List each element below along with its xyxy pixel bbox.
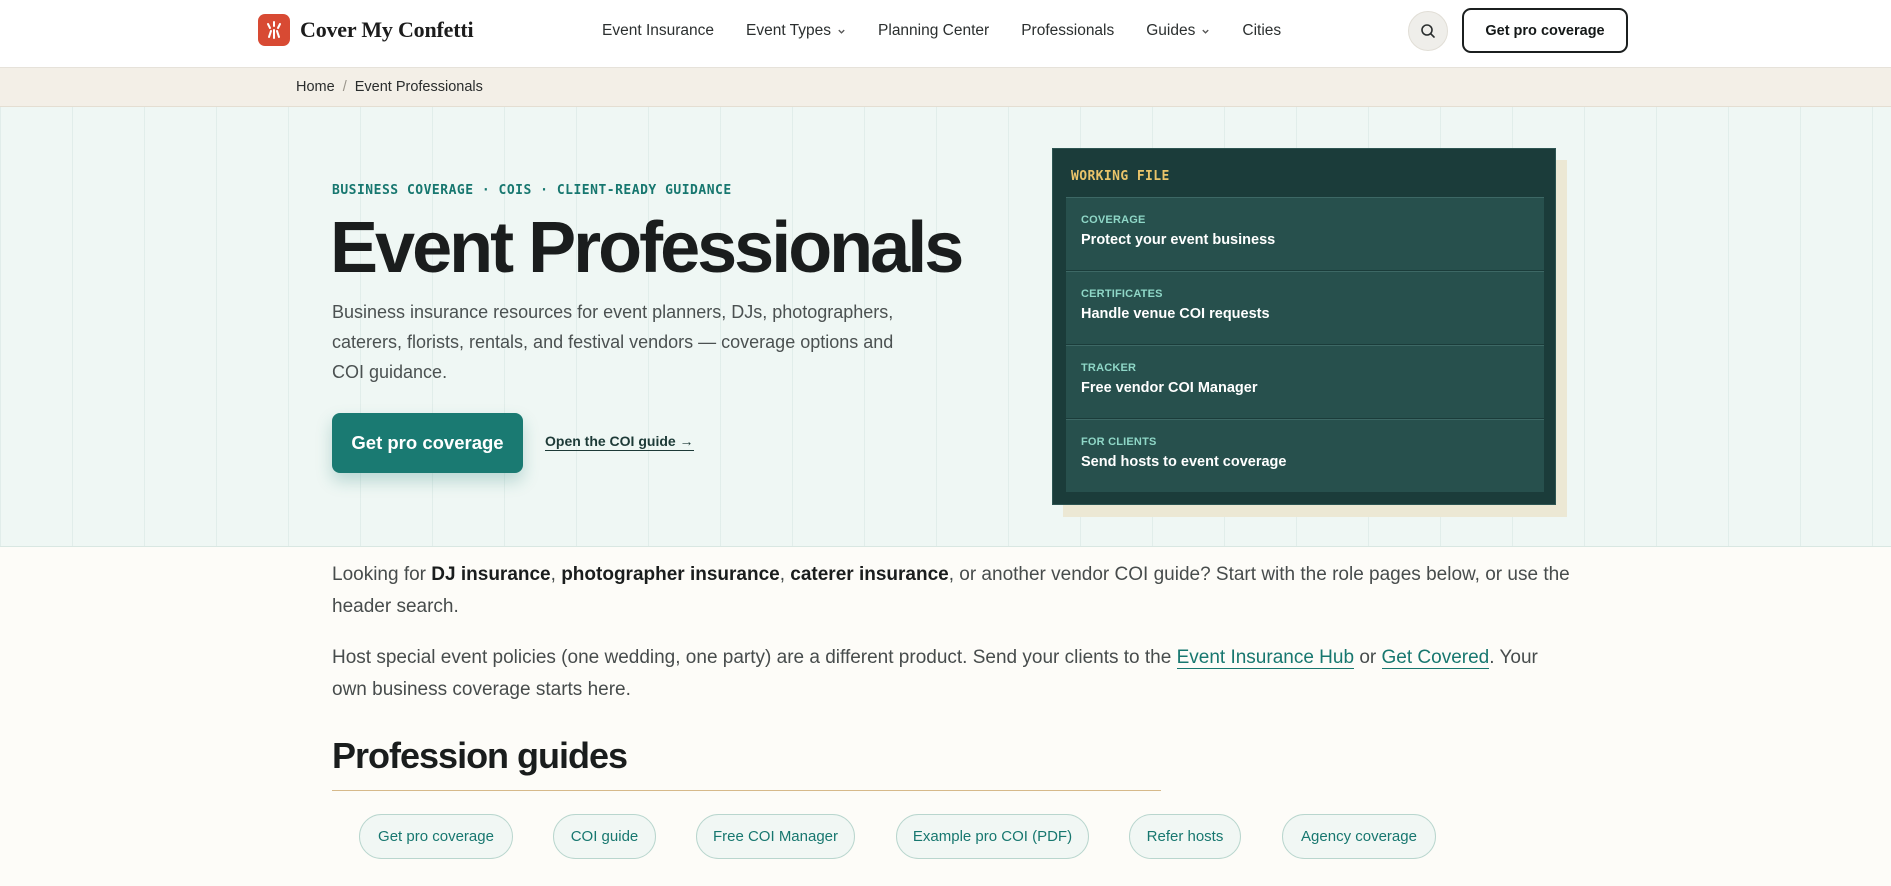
hero-eyebrow: BUSINESS COVERAGE · COIS · CLIENT-READY … (332, 183, 732, 198)
page-title: Event Professionals (330, 208, 964, 288)
nav-label: Guides (1146, 22, 1196, 39)
intro-text: , (779, 564, 791, 585)
get-covered-link[interactable]: Get Covered (1381, 647, 1490, 669)
site-logo[interactable]: Cover My Confetti (258, 14, 474, 46)
section-title-profession-guides: Profession guides (332, 735, 628, 776)
pill-coi-guide[interactable]: COI guide (553, 814, 656, 859)
confetti-logo-icon (258, 14, 290, 46)
section-divider (332, 790, 1161, 791)
caterer-insurance-text: caterer insurance (790, 564, 949, 585)
panel-row-tracker[interactable]: TRACKER Free vendor COI Manager (1066, 345, 1544, 418)
breadcrumb: Home / Event Professionals (296, 79, 483, 95)
nav-event-insurance[interactable]: Event Insurance (602, 22, 714, 40)
panel-heading: WORKING FILE (1071, 169, 1170, 184)
main-nav: Event Insurance Event Types Planning Cen… (602, 0, 1313, 62)
nav-planning-center[interactable]: Planning Center (878, 22, 989, 40)
intro-paragraph-hosts: Host special event policies (one wedding… (332, 642, 1572, 706)
search-button[interactable] (1408, 11, 1448, 51)
nav-label: Planning Center (878, 22, 990, 39)
panel-row-coverage[interactable]: COVERAGE Protect your event business (1066, 197, 1544, 270)
hero-section: BUSINESS COVERAGE · COIS · CLIENT-READY … (0, 107, 1891, 547)
photographer-insurance-text: photographer insurance (561, 564, 780, 585)
pill-refer-hosts[interactable]: Refer hosts (1129, 814, 1241, 859)
nav-cities[interactable]: Cities (1242, 22, 1281, 40)
nav-label: Cities (1242, 22, 1282, 39)
panel-row-title: Free vendor COI Manager (1081, 380, 1258, 396)
panel-row-certificates[interactable]: CERTIFICATES Handle venue COI requests (1066, 271, 1544, 344)
coi-guide-link[interactable]: Open the COI guide → (545, 433, 694, 451)
panel-row-title: Protect your event business (1081, 232, 1276, 248)
nav-label: Professionals (1021, 22, 1115, 39)
hero-description: Business insurance resources for event p… (332, 302, 894, 382)
panel-row-label: COVERAGE (1081, 214, 1146, 226)
pill-free-coi-manager[interactable]: Free COI Manager (696, 814, 855, 859)
search-icon (1421, 24, 1435, 38)
chevron-down-icon (1202, 29, 1210, 34)
panel-row-label: FOR CLIENTS (1081, 436, 1157, 448)
breadcrumb-home-link[interactable]: Home (296, 79, 335, 95)
intro-text: Looking for (332, 564, 432, 585)
panel-row-title: Send hosts to event coverage (1081, 454, 1287, 470)
breadcrumb-current: Event Professionals (354, 79, 483, 95)
nav-professionals[interactable]: Professionals (1021, 22, 1114, 40)
intro-text: , (550, 564, 562, 585)
chevron-down-icon (838, 29, 845, 34)
working-file-panel: WORKING FILE COVERAGE Protect your event… (1052, 148, 1556, 505)
dj-insurance-text: DJ insurance (431, 564, 551, 585)
logo-text: Cover My Confetti (300, 17, 474, 42)
site-header: Cover My Confetti Event Insurance Event … (0, 0, 1891, 68)
header-get-pro-coverage-button[interactable]: Get pro coverage (1462, 8, 1628, 53)
nav-label: Event Types (746, 22, 832, 39)
intro-text: Host special event policies (one wedding… (332, 647, 1177, 668)
panel-row-label: TRACKER (1081, 362, 1137, 374)
pill-get-pro-coverage[interactable]: Get pro coverage (359, 814, 513, 859)
hero-get-pro-coverage-button[interactable]: Get pro coverage (332, 413, 523, 473)
panel-row-label: CERTIFICATES (1081, 288, 1163, 300)
nav-event-types[interactable]: Event Types (746, 22, 846, 40)
breadcrumb-separator: / (342, 79, 347, 95)
nav-label: Event Insurance (602, 22, 715, 39)
panel-row-title: Handle venue COI requests (1081, 306, 1270, 322)
breadcrumb-bar: Home / Event Professionals (0, 68, 1891, 107)
pill-example-pro-coi[interactable]: Example pro COI (PDF) (896, 814, 1089, 859)
event-insurance-hub-link[interactable]: Event Insurance Hub (1176, 647, 1355, 669)
nav-guides[interactable]: Guides (1146, 22, 1210, 40)
intro-paragraph-roles: Looking for DJ insurance, photographer i… (332, 559, 1572, 623)
pill-agency-coverage[interactable]: Agency coverage (1282, 814, 1436, 859)
panel-row-for-clients[interactable]: FOR CLIENTS Send hosts to event coverage (1066, 419, 1544, 492)
intro-text: or (1354, 647, 1382, 668)
